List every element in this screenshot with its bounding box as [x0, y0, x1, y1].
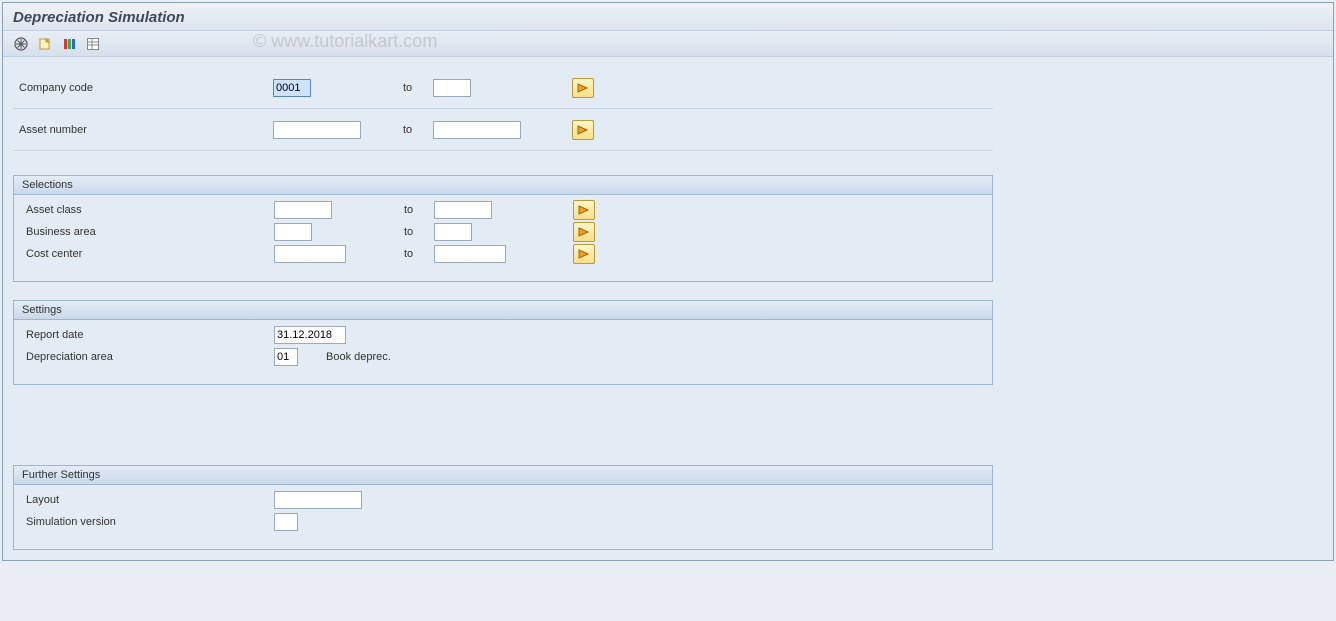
cost-center-from-input[interactable] — [274, 245, 346, 263]
main-window: Depreciation Simulation © www.tutorialka… — [2, 2, 1334, 561]
asset-number-to-input[interactable] — [433, 121, 521, 139]
row-business-area: Business area to — [14, 221, 992, 243]
label-simulation-version: Simulation version — [14, 516, 274, 528]
asset-class-multisel-button[interactable] — [573, 200, 595, 220]
label-report-date: Report date — [14, 329, 274, 341]
asset-number-from-input[interactable] — [273, 121, 361, 139]
row-layout: Layout — [14, 489, 992, 511]
asset-class-from-input[interactable] — [274, 201, 332, 219]
company-code-multisel-button[interactable] — [572, 78, 594, 98]
depreciation-area-text: Book deprec. — [326, 351, 391, 363]
content-area: Company code to Asset number to — [3, 57, 1333, 560]
asset-class-to-input[interactable] — [434, 201, 492, 219]
get-variant-icon[interactable] — [35, 35, 55, 53]
business-area-to-input[interactable] — [434, 223, 472, 241]
to-label: to — [403, 124, 433, 136]
to-label: to — [404, 226, 434, 238]
top-selection-block: Company code to Asset number to — [13, 67, 993, 157]
to-label: to — [404, 204, 434, 216]
to-label: to — [403, 82, 433, 94]
layout-input[interactable] — [274, 491, 362, 509]
group-title-selections: Selections — [14, 176, 992, 195]
toolbar: © www.tutorialkart.com — [3, 31, 1333, 57]
group-further-settings: Further Settings Layout Simulation versi… — [13, 465, 993, 550]
row-report-date: Report date — [14, 324, 992, 346]
company-code-from-input[interactable] — [273, 79, 311, 97]
label-depreciation-area: Depreciation area — [14, 351, 274, 363]
row-asset-class: Asset class to — [14, 199, 992, 221]
group-title-further: Further Settings — [14, 466, 992, 485]
page-title: Depreciation Simulation — [3, 3, 1333, 31]
row-cost-center: Cost center to — [14, 243, 992, 265]
cost-center-to-input[interactable] — [434, 245, 506, 263]
execute-icon[interactable] — [11, 35, 31, 53]
business-area-from-input[interactable] — [274, 223, 312, 241]
label-layout: Layout — [14, 494, 274, 506]
simulation-version-input[interactable] — [274, 513, 298, 531]
report-date-input[interactable] — [274, 326, 346, 344]
depreciation-area-input[interactable] — [274, 348, 298, 366]
row-company-code: Company code to — [13, 67, 993, 109]
business-area-multisel-button[interactable] — [573, 222, 595, 242]
select-all-icon[interactable] — [59, 35, 79, 53]
label-business-area: Business area — [14, 226, 274, 238]
group-selections: Selections Asset class to Business area … — [13, 175, 993, 282]
group-title-settings: Settings — [14, 301, 992, 320]
asset-number-multisel-button[interactable] — [572, 120, 594, 140]
row-asset-number: Asset number to — [13, 109, 993, 151]
company-code-to-input[interactable] — [433, 79, 471, 97]
row-depreciation-area: Depreciation area Book deprec. — [14, 346, 992, 368]
label-asset-class: Asset class — [14, 204, 274, 216]
group-settings: Settings Report date Depreciation area B… — [13, 300, 993, 385]
dynamic-selections-icon[interactable] — [83, 35, 103, 53]
label-asset-number: Asset number — [13, 124, 273, 136]
watermark-text: © www.tutorialkart.com — [253, 31, 437, 52]
label-company-code: Company code — [13, 82, 273, 94]
cost-center-multisel-button[interactable] — [573, 244, 595, 264]
to-label: to — [404, 248, 434, 260]
label-cost-center: Cost center — [14, 248, 274, 260]
row-simulation-version: Simulation version — [14, 511, 992, 533]
